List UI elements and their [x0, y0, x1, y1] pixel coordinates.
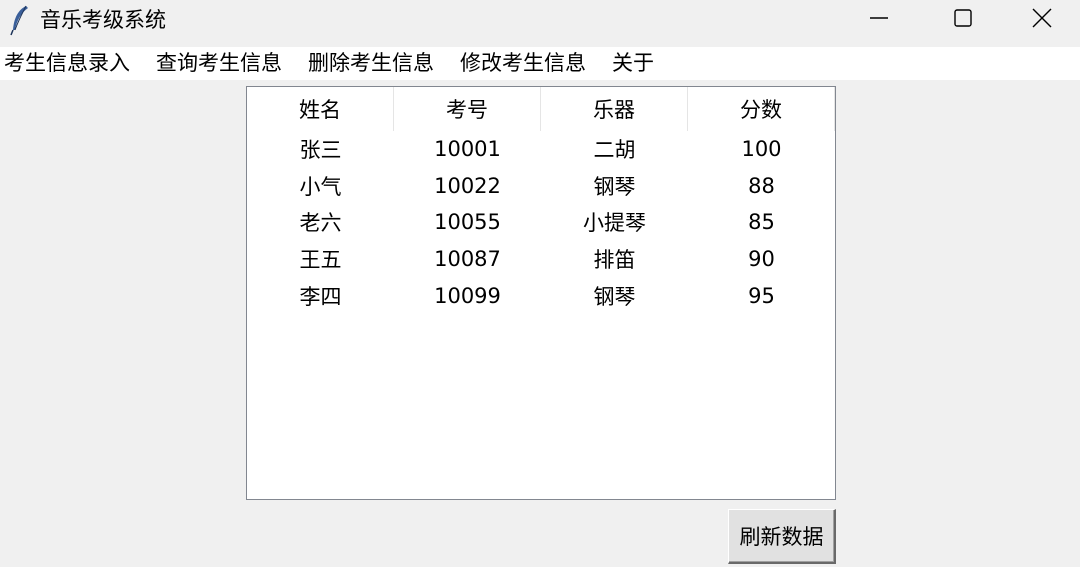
close-button[interactable]	[1004, 0, 1080, 36]
cell-name: 张三	[299, 138, 342, 163]
cell-score: 95	[748, 283, 775, 308]
table-row[interactable]: 李四 10099 钢琴 95	[247, 277, 835, 314]
cell-instrument: 小提琴	[583, 211, 646, 236]
cell-exam-id: 10087	[434, 247, 501, 272]
cell-instrument: 排笛	[593, 248, 636, 273]
table-row[interactable]: 小气 10022 钢琴 88	[247, 168, 835, 205]
table-row[interactable]: 王五 10087 排笛 90	[247, 241, 835, 278]
cell-score: 85	[748, 210, 775, 235]
window-title: 音乐考级系统	[40, 8, 166, 32]
minimize-button[interactable]	[836, 0, 922, 36]
student-table[interactable]: 姓名 考号 乐器 分数 张三 10001 二胡 100 小气 10022 钢琴 …	[246, 86, 836, 500]
cell-exam-id: 10001	[434, 137, 501, 162]
cell-name: 老六	[299, 211, 342, 236]
feather-icon	[10, 5, 28, 36]
cell-exam-id: 10055	[434, 210, 501, 235]
cell-exam-id: 10022	[434, 173, 501, 198]
app-window: 音乐考级系统 考生信息录入 查询考生信息 删除考生信息 修改考生信息 关于 姓名	[0, 0, 1080, 567]
title-bar: 音乐考级系统	[0, 0, 1080, 46]
menu-item-delete-student[interactable]: 删除考生信息	[304, 47, 434, 80]
cell-instrument: 钢琴	[593, 174, 636, 199]
close-icon	[1032, 8, 1052, 28]
menu-item-query-student[interactable]: 查询考生信息	[152, 47, 282, 80]
column-header-exam-id[interactable]: 考号	[394, 87, 541, 131]
maximize-icon	[954, 9, 972, 27]
cell-exam-id: 10099	[434, 283, 501, 308]
table-row[interactable]: 老六 10055 小提琴 85	[247, 204, 835, 241]
menu-item-edit-student[interactable]: 修改考生信息	[456, 47, 586, 80]
table-row[interactable]: 张三 10001 二胡 100	[247, 131, 835, 168]
cell-name: 小气	[299, 174, 342, 199]
column-header-instrument[interactable]: 乐器	[541, 87, 688, 131]
minimize-icon	[870, 17, 888, 19]
table-body: 张三 10001 二胡 100 小气 10022 钢琴 88 老六 10055 …	[247, 131, 835, 314]
cell-score: 90	[748, 247, 775, 272]
cell-name: 李四	[299, 284, 342, 309]
menu-item-about[interactable]: 关于	[608, 47, 654, 80]
refresh-data-button[interactable]: 刷新数据	[728, 509, 836, 564]
menu-item-add-student[interactable]: 考生信息录入	[0, 47, 130, 80]
cell-score: 100	[741, 137, 782, 162]
maximize-button[interactable]	[920, 0, 1006, 36]
cell-instrument: 二胡	[593, 138, 636, 163]
cell-name: 王五	[299, 248, 342, 273]
menu-bar: 考生信息录入 查询考生信息 删除考生信息 修改考生信息 关于	[0, 47, 1080, 80]
column-header-score[interactable]: 分数	[688, 87, 835, 131]
column-header-name[interactable]: 姓名	[247, 87, 394, 131]
cell-score: 88	[748, 173, 775, 198]
cell-instrument: 钢琴	[593, 284, 636, 309]
table-header: 姓名 考号 乐器 分数	[247, 87, 835, 131]
